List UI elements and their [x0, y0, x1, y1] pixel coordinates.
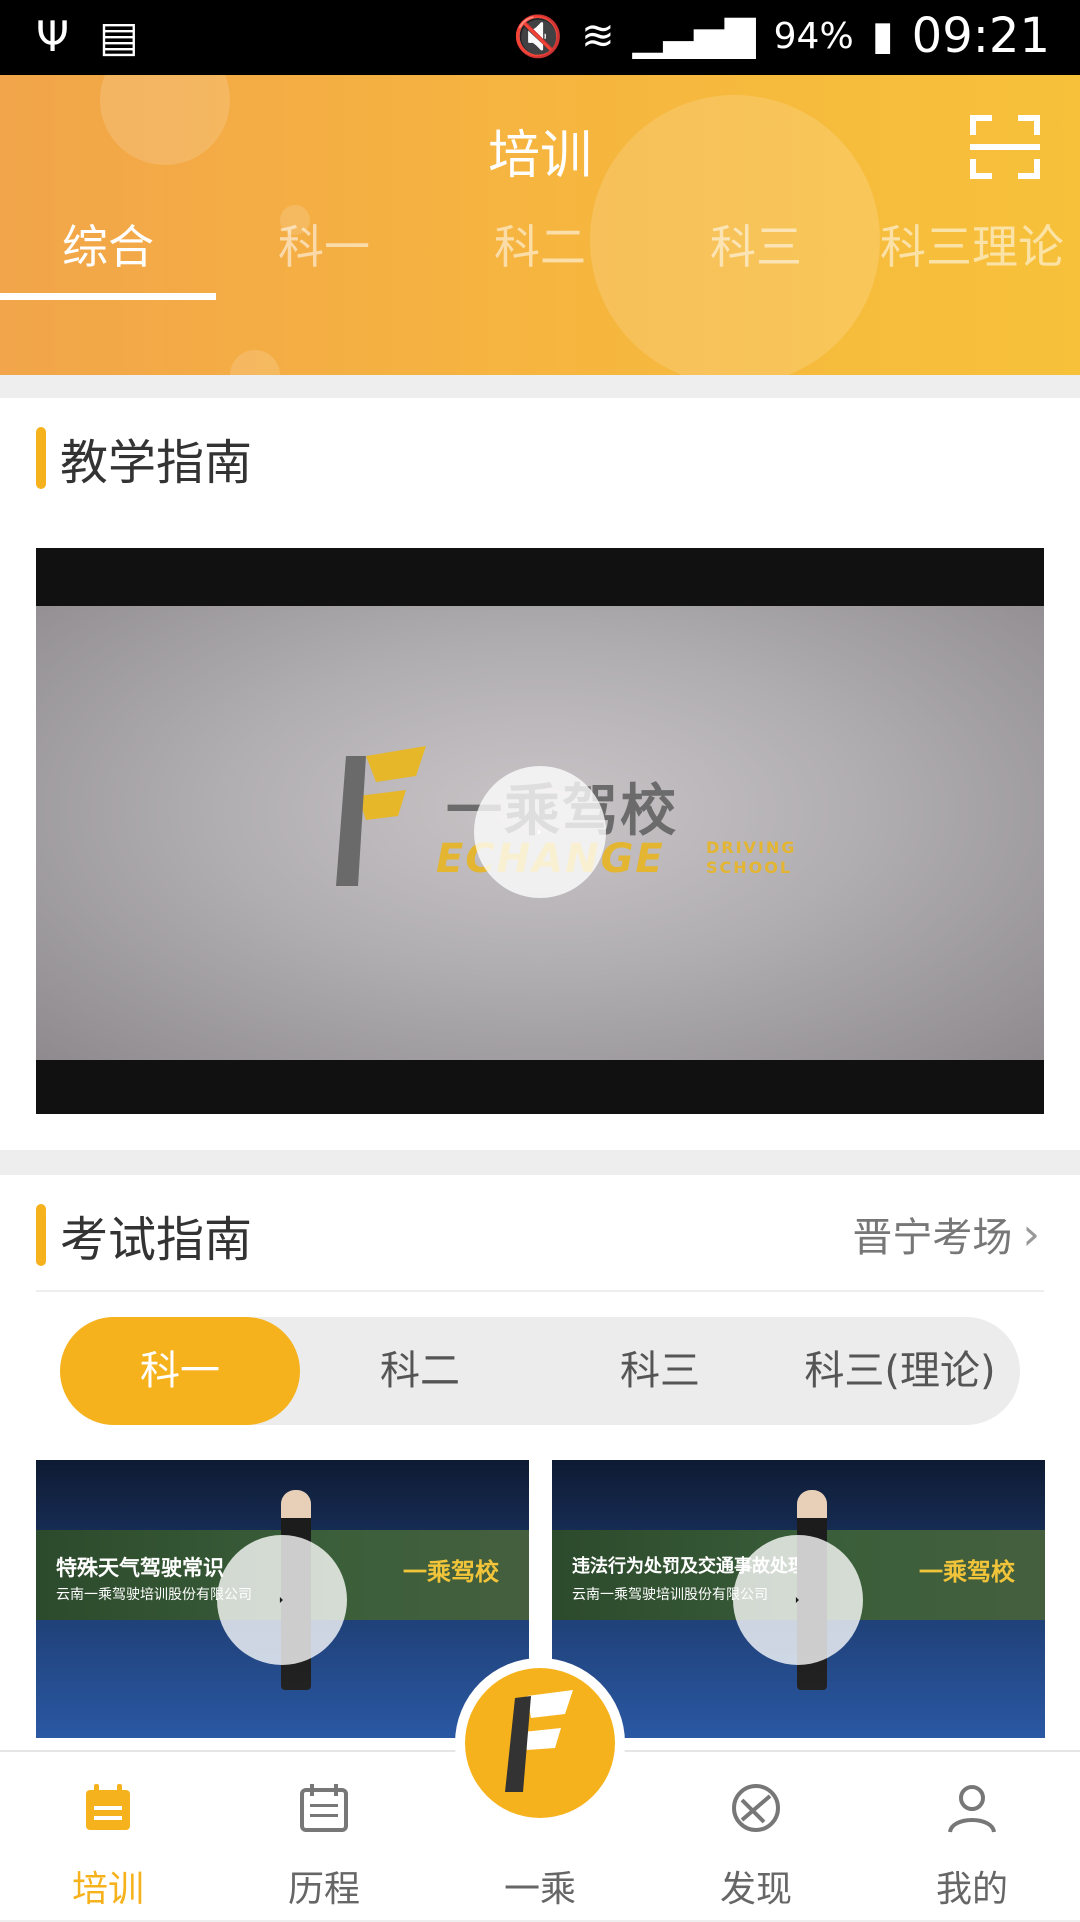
play-button[interactable] [474, 766, 606, 898]
center-brand-button[interactable] [455, 1658, 625, 1828]
history-icon [300, 1784, 348, 1832]
wifi-icon: ≋ [581, 13, 615, 59]
tab-overview[interactable]: 综合 [0, 195, 216, 300]
nav-label: 培训 [71, 1869, 144, 1910]
teaching-guide-title: 教学指南 [60, 435, 253, 491]
section-accent-bar [36, 427, 46, 489]
school-logo-icon [336, 746, 426, 886]
segment-subject-one[interactable]: 科一 [60, 1317, 300, 1425]
brand-logo-icon [505, 1690, 573, 1792]
tab-subject-three-theory[interactable]: 科三理论 [864, 195, 1080, 300]
scan-button[interactable] [970, 115, 1040, 179]
nav-label: 一乘 [503, 1869, 576, 1910]
nav-item-history[interactable]: 历程 [216, 1752, 432, 1922]
tab-subject-three[interactable]: 科三 [648, 195, 864, 300]
exam-subject-segment: 科一 科二 科三 科三(理论) [60, 1317, 1020, 1425]
battery-percent: 94% [773, 15, 854, 57]
nav-label: 历程 [287, 1869, 360, 1910]
segment-subject-three-theory[interactable]: 科三(理论) [780, 1317, 1020, 1425]
video-frame: 一乘驾校 ECHANGE DRIVING SCHOOL [36, 606, 1044, 1060]
page-title: 培训 [487, 126, 592, 186]
battery-icon: ▮ [871, 13, 894, 59]
thumbnail-brand: 一乘驾校 [919, 1558, 1015, 1586]
nav-item-training[interactable]: 培训 [0, 1752, 216, 1922]
play-button[interactable] [733, 1535, 863, 1665]
exam-location-selector[interactable]: 晋宁考场 › [852, 1205, 1040, 1263]
divider [36, 1290, 1044, 1292]
clock: 09:21 [911, 8, 1050, 64]
thumbnail-brand: 一乘驾校 [403, 1558, 499, 1586]
logo-sub-text: SCHOOL [706, 858, 793, 877]
nav-label: 我的 [935, 1869, 1008, 1910]
thumbnail-title: 特殊天气驾驶常识 [56, 1556, 224, 1580]
nav-label: 发现 [719, 1869, 792, 1910]
exam-video-thumbnail[interactable]: 特殊天气驾驶常识 云南一乘驾驶培训股份有限公司 一乘驾校 [36, 1460, 529, 1738]
calendar-icon [86, 1784, 130, 1830]
exam-location-label: 晋宁考场 [852, 1215, 1013, 1261]
teaching-video[interactable]: 一乘驾校 ECHANGE DRIVING SCHOOL [36, 548, 1044, 1114]
logo-sub-text: DRIVING [706, 838, 797, 857]
chevron-right-icon: › [1022, 1208, 1040, 1260]
nav-item-profile[interactable]: 我的 [864, 1752, 1080, 1922]
segment-subject-three[interactable]: 科三 [540, 1317, 780, 1425]
scan-icon [970, 115, 992, 135]
section-accent-bar [36, 1204, 46, 1266]
status-bar: Ψ ▤ 🔇 ≋ ▁▃▅▇ 94% ▮ 09:21 [0, 0, 1080, 75]
tab-subject-one[interactable]: 科一 [216, 195, 432, 300]
tab-subject-two[interactable]: 科二 [432, 195, 648, 300]
nav-item-discover[interactable]: 发现 [648, 1752, 864, 1922]
usb-icon: Ψ [36, 12, 70, 61]
teaching-guide-header: 教学指南 [36, 423, 252, 493]
exam-guide-header: 考试指南 [36, 1200, 252, 1270]
compass-icon [732, 1784, 780, 1832]
user-icon [948, 1785, 996, 1833]
signal-icon: ▁▃▅▇ [632, 13, 756, 59]
exam-video-thumbnail[interactable]: 违法行为处罚及交通事故处理 云南一乘驾驶培训股份有限公司 一乘驾校 [552, 1460, 1045, 1738]
center-brand-circle [465, 1668, 615, 1818]
segment-subject-two[interactable]: 科二 [300, 1317, 540, 1425]
exam-guide-title: 考试指南 [60, 1212, 253, 1268]
category-tab-bar: 综合 科一 科二 科三 科三理论 [0, 195, 1080, 300]
no-sim-icon: ▤ [99, 12, 139, 61]
play-button[interactable] [217, 1535, 347, 1665]
mute-icon: 🔇 [513, 13, 564, 60]
